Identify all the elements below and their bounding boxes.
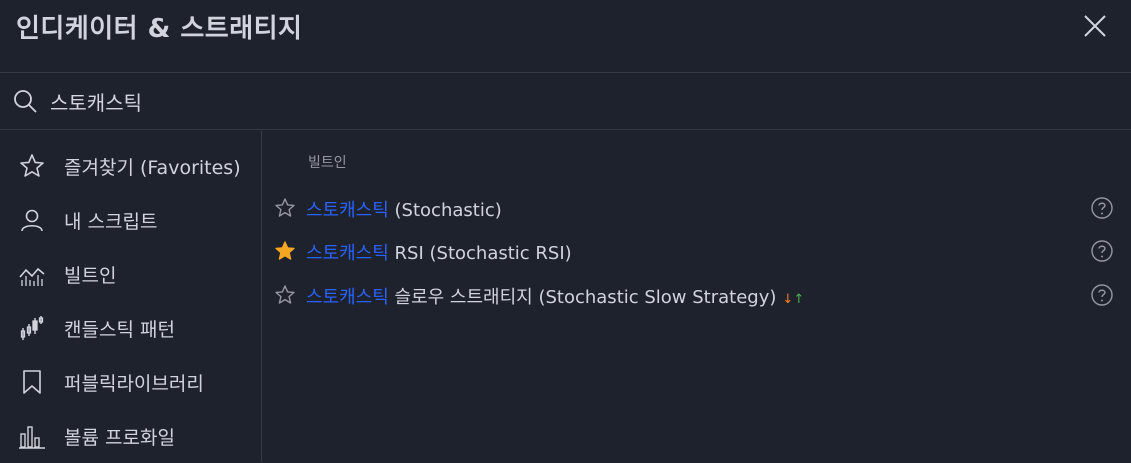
- sidebar-item-label: 즐겨찾기 (Favorites): [64, 157, 241, 179]
- result-title: 스토캐스틱 (Stochastic): [306, 196, 502, 222]
- match-highlight: 스토캐스틱: [306, 200, 389, 221]
- result-title: 스토캐스틱 슬로우 스트래티지 (Stochastic Slow Strateg…: [306, 283, 804, 309]
- sidebar-item-builtin[interactable]: 빌트인: [0, 247, 261, 301]
- star-filled-icon[interactable]: [274, 240, 296, 262]
- star-icon: [20, 154, 44, 177]
- sidebar-item-label: 볼륨 프로화일: [64, 427, 175, 449]
- sidebar-item-candlestick-patterns[interactable]: 캔들스틱 패턴: [0, 301, 261, 355]
- dialog-title: 인디케이터 & 스트래티지: [16, 14, 303, 44]
- volume-bars-icon: [19, 426, 45, 449]
- search-icon: [14, 90, 37, 113]
- result-name: 슬로우 스트래티지 (Stochastic Slow Strategy): [388, 287, 777, 308]
- sidebar-item-volume-profile[interactable]: 볼륨 프로화일: [0, 409, 261, 463]
- result-row[interactable]: 스토캐스틱 슬로우 스트래티지 (Stochastic Slow Strateg…: [262, 275, 1131, 315]
- star-outline-icon[interactable]: [274, 197, 296, 219]
- results-panel: 빌트인 스토캐스틱 (Stochastic) 스토캐스틱 RSI (Stocha…: [262, 130, 1131, 462]
- search-bar: [0, 73, 1131, 130]
- result-name: RSI (Stochastic RSI): [388, 243, 572, 264]
- match-highlight: 스토캐스틱: [306, 243, 389, 264]
- help-icon[interactable]: [1090, 239, 1114, 263]
- star-outline-icon[interactable]: [274, 284, 296, 306]
- bookmark-icon: [23, 370, 41, 394]
- sidebar-item-label: 내 스크립트: [64, 211, 158, 233]
- sidebar-item-public-library[interactable]: 퍼블릭라이브러리: [0, 355, 261, 409]
- sidebar-item-label: 퍼블릭라이브러리: [64, 373, 204, 395]
- help-icon[interactable]: [1090, 283, 1114, 307]
- dialog-header: 인디케이터 & 스트래티지: [0, 0, 1131, 73]
- sidebar: 즐겨찾기 (Favorites) 내 스크립트 빌트인 캔들스틱 패턴 퍼블릭라…: [0, 130, 262, 462]
- arrow-down-icon: ↓: [782, 292, 794, 307]
- strategy-arrows: ↓↑: [782, 292, 804, 307]
- result-row[interactable]: 스토캐스틱 RSI (Stochastic RSI): [262, 231, 1131, 271]
- sidebar-item-label: 빌트인: [64, 265, 117, 287]
- search-input[interactable]: [50, 85, 1110, 117]
- candlestick-icon: [20, 316, 44, 340]
- chart-icon: [19, 267, 45, 286]
- help-icon[interactable]: [1090, 196, 1114, 220]
- arrow-up-icon: ↑: [793, 292, 805, 307]
- sidebar-item-favorites[interactable]: 즐겨찾기 (Favorites): [0, 139, 261, 193]
- close-icon[interactable]: [1080, 11, 1110, 41]
- result-title: 스토캐스틱 RSI (Stochastic RSI): [306, 239, 572, 265]
- result-row[interactable]: 스토캐스틱 (Stochastic): [262, 188, 1131, 228]
- match-highlight: 스토캐스틱: [306, 287, 389, 308]
- user-icon: [21, 209, 43, 232]
- sidebar-item-label: 캔들스틱 패턴: [64, 319, 175, 341]
- section-label: 빌트인: [308, 155, 347, 171]
- result-name: (Stochastic): [388, 200, 502, 221]
- sidebar-item-my-scripts[interactable]: 내 스크립트: [0, 193, 261, 247]
